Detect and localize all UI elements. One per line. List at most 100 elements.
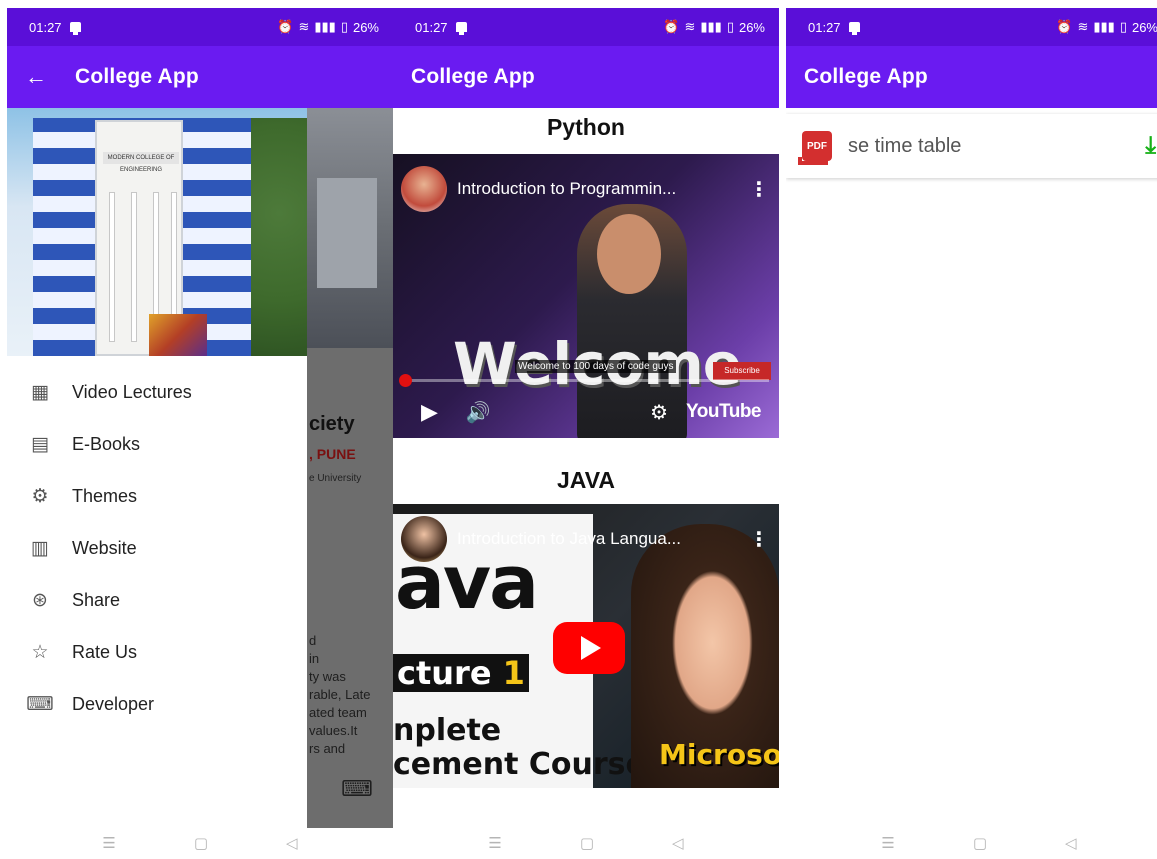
behind-city: , PUNE [309,446,356,462]
thumbnail-lecture-text: cture 1 [393,654,529,692]
app-title: College App [411,65,535,88]
alarm-icon: ⏰ [1056,19,1073,34]
settings-gear-icon[interactable]: ⚙ [650,400,668,425]
wifi-icon: ≋ [298,19,310,34]
progress-scrubber[interactable] [399,374,412,387]
home-button[interactable]: ▢ [194,834,208,852]
menu-item-themes[interactable]: ⚙ Themes [7,470,307,522]
screen-ebooks: 01:27 ⏰ ≋ ▮▮▮ ▯ 26% College App PDF se time … [786,0,1157,859]
video-title[interactable]: Introduction to Java Langua... [457,529,741,549]
battery-level: 26% [1131,19,1157,35]
more-options-icon[interactable]: ⋮ [749,177,769,202]
menu-item-e-books[interactable]: ▤ E-Books [7,418,307,470]
signal-icon: ▮▮▮ [314,19,336,34]
menu-item-label: Website [72,537,137,558]
menu-item-label: Themes [72,485,138,506]
behind-photo [307,108,393,348]
app-bar: College App [393,46,779,108]
thumbnail-course-text: nplete cement Course [393,714,646,782]
behind-para-line: d [309,633,317,648]
video-title[interactable]: Introduction to Programmin... [457,179,741,199]
recents-button[interactable]: ☰ [102,834,115,852]
screen-video-lectures: 01:27 ⏰ ≋ ▮▮▮ ▯ 26% College App Python Welco… [393,0,779,859]
back-button[interactable]: ◁ [672,834,684,852]
menu-item-website[interactable]: ▥ Website [7,522,307,574]
menu-item-label: Rate Us [72,641,138,662]
menu-item-label: Developer [72,693,155,714]
behind-university: e University [309,473,362,484]
play-icon[interactable]: ▶ [421,399,438,425]
video-header: Introduction to Java Langua... ⋮ [401,516,769,562]
wifi-icon: ≋ [684,19,696,34]
menu-item-label: Video Lectures [72,381,192,402]
status-time: 01:27 [415,19,448,35]
status-time: 01:27 [808,19,841,35]
youtube-logo[interactable]: YouTube [686,401,761,423]
behind-para-line: ty was [309,669,346,684]
pdf-list-item[interactable]: PDF se time table ⤓ [786,114,1157,178]
menu-item-share[interactable]: ⊛ Share [7,574,307,626]
behind-para-line: rs and [309,741,346,756]
mural [149,314,207,356]
rate-us-icon: ☆ [31,641,49,663]
tree [251,118,307,356]
pdf-icon: PDF [798,131,832,165]
behind-para-line: ated team [309,705,367,720]
home-button[interactable]: ▢ [973,834,987,852]
column [109,192,115,342]
menu-item-video-lectures[interactable]: ▦ Video Lectures [7,366,307,418]
lecture-number: 1 [502,654,525,692]
notification-icon [848,22,860,35]
app-title: College App [804,65,928,88]
subscribe-button[interactable]: Subscribe [713,362,771,380]
more-options-icon[interactable]: ⋮ [749,527,769,552]
back-arrow-icon[interactable]: ← [25,64,47,90]
youtube-player-python[interactable]: Welcome Welcome to 100 days of code guys… [393,154,779,438]
menu-item-label: Share [72,589,121,610]
course-line-2: cement Course [393,747,646,782]
app-title: College App [75,65,199,88]
status-bar: 01:27 ⏰ ≋ ▮▮▮ ▯ 26% [7,8,393,46]
menu-item-rate-us[interactable]: ☆ Rate Us [7,626,307,678]
home-button[interactable]: ▢ [580,834,594,852]
player-controls: ▶ 🔊 ⚙ YouTube [393,392,779,432]
alarm-icon: ⏰ [277,19,294,34]
video-caption: Welcome to 100 days of code guys [515,360,677,373]
volume-icon[interactable]: 🔊 [466,400,491,425]
course-line-1: nplete [393,713,502,748]
video-progress-bar[interactable] [399,374,769,387]
recents-button[interactable]: ☰ [881,834,894,852]
video-list[interactable]: Python Welcome Welcome to 100 days of co… [393,108,779,828]
notification-icon [455,22,467,35]
app-bar: ← College App [7,46,393,108]
behind-content: ciety , PUNE e University d in ty was ra… [307,108,393,828]
recents-button[interactable]: ☰ [488,834,501,852]
battery-icon: ▯ [340,19,348,34]
youtube-play-icon[interactable] [553,622,625,674]
system-nav-bar: ☰ ▢ ◁ [786,827,1157,859]
channel-avatar[interactable] [401,516,447,562]
back-button[interactable]: ◁ [286,834,298,852]
system-nav-bar: ☰ ▢ ◁ [393,827,779,859]
behind-developer-icon: ⌨ [341,776,373,801]
system-nav-bar: ☰ ▢ ◁ [7,827,393,859]
alarm-icon: ⏰ [663,19,680,34]
thumbnail-brand-text: Microsof [659,738,779,771]
website-icon: ▥ [31,537,49,559]
battery-icon: ▯ [1119,19,1127,34]
back-button[interactable]: ◁ [1065,834,1077,852]
developer-icon: ⌨ [26,693,54,715]
menu-item-developer[interactable]: ⌨ Developer [7,678,307,730]
ebook-icon: ▤ [31,433,49,455]
share-icon: ⊛ [32,589,48,611]
lecture-word: cture [397,654,492,692]
column [131,192,137,342]
download-icon[interactable]: ⤓ [1145,132,1156,160]
wifi-icon: ≋ [1077,19,1089,34]
battery-icon: ▯ [726,19,734,34]
youtube-player-java[interactable]: ava cture 1 nplete cement Course Microso… [393,504,779,788]
signal-icon: ▮▮▮ [700,19,722,34]
status-time: 01:27 [29,19,62,35]
channel-avatar[interactable] [401,166,447,212]
screen-drawer: 01:27 ⏰ ≋ ▮▮▮ ▯ 26% ← College App ciety , PU… [7,0,393,859]
